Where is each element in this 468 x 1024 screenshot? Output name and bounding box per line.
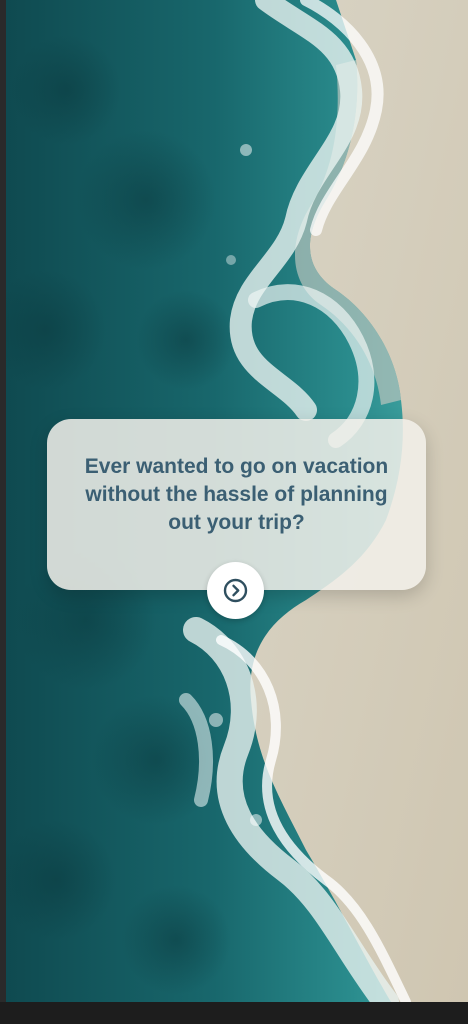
onboarding-screen: Ever wanted to go on vacation without th… [0, 0, 468, 1024]
bottom-bar [0, 1002, 468, 1024]
chevron-right-circle-icon [223, 578, 248, 603]
next-button[interactable] [207, 562, 264, 619]
onboarding-message: Ever wanted to go on vacation without th… [84, 455, 389, 534]
